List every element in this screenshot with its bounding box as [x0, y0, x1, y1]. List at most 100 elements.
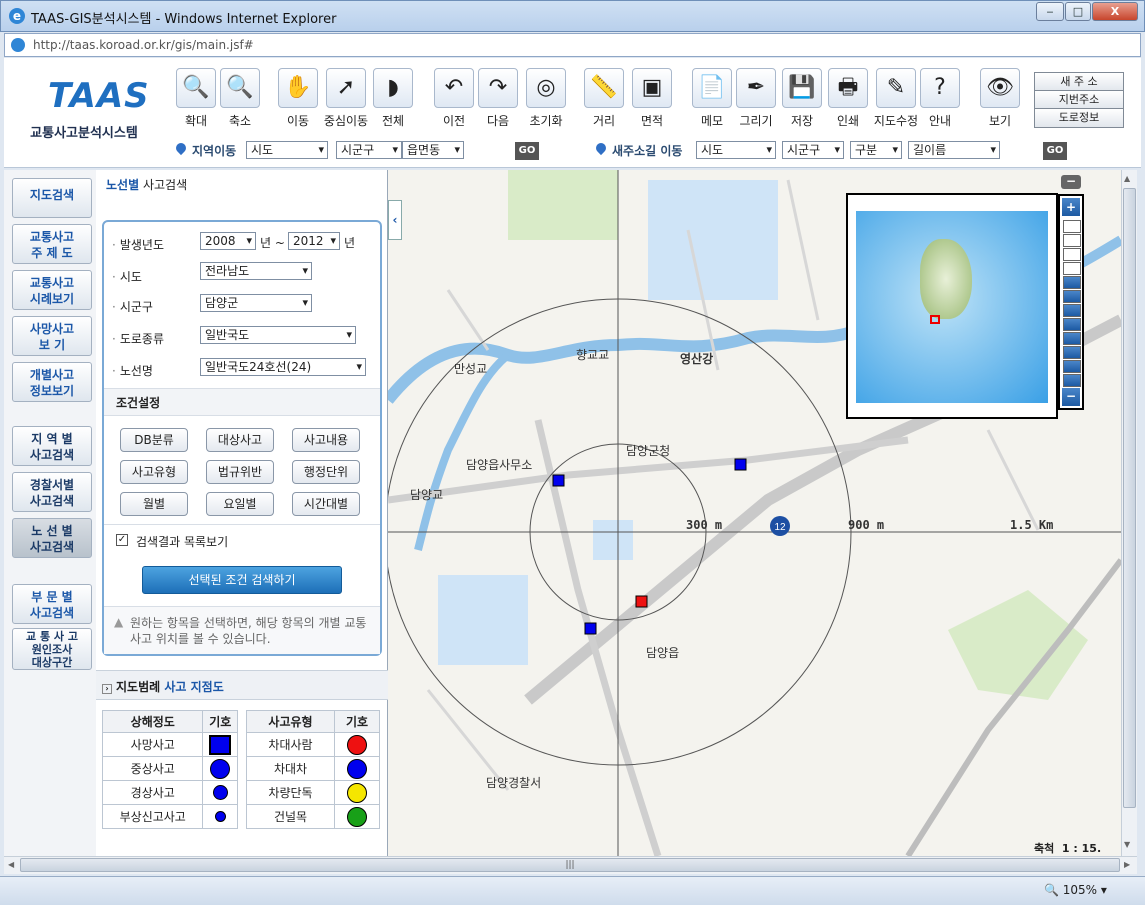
lot-address-button[interactable]: 지번주소 — [1034, 90, 1124, 110]
nav-individual-info[interactable]: 개별사고 정보보기 — [12, 362, 92, 402]
scroll-down-icon[interactable]: ▼ — [1124, 840, 1130, 849]
road-info-button[interactable]: 도로정보 — [1034, 108, 1124, 128]
scroll-up-icon[interactable]: ▲ — [1124, 174, 1130, 183]
edit-map-tool-button[interactable]: ✎ 지도수정 — [872, 68, 920, 130]
nav-accident-theme[interactable]: 교통사고 주 제 도 — [12, 224, 92, 264]
accident-marker[interactable] — [584, 622, 597, 635]
nav-accident-cases[interactable]: 교통사고 시례보기 — [12, 270, 92, 310]
expand-icon[interactable]: › — [102, 684, 112, 694]
newaddr-road-select[interactable]: 길이름 — [908, 141, 1000, 159]
search-button[interactable]: 선택된 조건 검색하기 — [142, 566, 342, 594]
condition-button[interactable]: 행정단위 — [292, 460, 360, 484]
accident-marker[interactable] — [734, 458, 747, 471]
condition-button[interactable]: 대상사고 — [206, 428, 274, 452]
vertical-scrollbar[interactable]: ▲ ▼ — [1121, 170, 1137, 856]
center-move-tool-button[interactable]: ➚ 중심이동 — [322, 68, 370, 130]
horizontal-scrollbar[interactable]: ◀ ||| ▶ — [4, 856, 1137, 874]
condition-button[interactable]: 시간대별 — [292, 492, 360, 516]
condition-button[interactable]: DB분류 — [120, 428, 188, 452]
nav-map-search[interactable]: 지도검색 — [12, 178, 92, 218]
full-extent-tool-button[interactable]: ◗ 전체 — [369, 68, 417, 130]
nav-police-search[interactable]: 경찰서별 사고검색 — [12, 472, 92, 512]
condition-button[interactable]: 사고내용 — [292, 428, 360, 452]
accident-marker[interactable] — [635, 595, 648, 608]
zoom-step[interactable] — [1063, 276, 1081, 289]
area-tool-button[interactable]: ▣ 면적 — [628, 68, 676, 130]
save-tool-button[interactable]: 💾 저장 — [778, 68, 826, 130]
zoom-step[interactable] — [1063, 360, 1081, 373]
zoom-step[interactable] — [1063, 304, 1081, 317]
sigungu-select[interactable]: 담양군 — [200, 294, 312, 312]
overview-toggle-button[interactable]: − — [1061, 175, 1081, 189]
ruler-tool-button[interactable]: 📏 거리 — [580, 68, 628, 130]
condition-button[interactable]: 요일별 — [206, 492, 274, 516]
accident-marker[interactable] — [552, 474, 565, 487]
zoom-in-icon: 🔍 — [176, 68, 216, 108]
zoom-step[interactable] — [1063, 262, 1081, 275]
previous-tool-button[interactable]: ↶ 이전 — [430, 68, 478, 130]
condition-button[interactable]: 법규위반 — [206, 460, 274, 484]
address-bar[interactable]: http://taas.koroad.or.kr/gis/main.jsf# — [4, 33, 1141, 57]
nav-fatal-view[interactable]: 사망사고 보 기 — [12, 316, 92, 356]
save-icon: 💾 — [782, 68, 822, 108]
zoom-out-tool-button[interactable]: 🔍 축소 — [216, 68, 264, 130]
zoom-step[interactable] — [1063, 346, 1081, 359]
condition-button[interactable]: 사고유형 — [120, 460, 188, 484]
print-tool-button[interactable]: 🖶 인쇄 — [824, 68, 872, 130]
zoom-level[interactable]: 🔍 105% ▾ — [1044, 883, 1107, 897]
panel-collapse-toggle[interactable]: ‹ — [388, 200, 402, 240]
region-eupmyeon-select[interactable]: 읍면동 — [402, 141, 464, 159]
route-select[interactable]: 일반국도24호선(24) — [200, 358, 366, 376]
minimize-button[interactable]: ‒ — [1036, 2, 1064, 21]
newaddr-type-select[interactable]: 구분 — [850, 141, 902, 159]
zoom-step[interactable] — [1063, 248, 1081, 261]
zoom-out-button[interactable]: − — [1062, 388, 1080, 406]
next-icon: ↷ — [478, 68, 518, 108]
taas-logo[interactable]: TAAS 교통사고분석시스템 — [14, 76, 154, 146]
roadtype-select[interactable]: 일반국도 — [200, 326, 356, 344]
year-from-select[interactable]: 2008 — [200, 232, 256, 250]
scroll-left-icon[interactable]: ◀ — [8, 860, 14, 869]
help-tool-button[interactable]: ? 안내 — [916, 68, 964, 130]
nav-region-search[interactable]: 지 역 별 사고검색 — [12, 426, 92, 466]
close-button[interactable]: X — [1092, 2, 1138, 21]
condition-button[interactable]: 월별 — [120, 492, 188, 516]
region-sigungu-select[interactable]: 시군구 — [336, 141, 402, 159]
newaddr-sido-select[interactable]: 시도 — [696, 141, 776, 159]
scroll-thumb[interactable]: ||| — [20, 858, 1120, 872]
newaddr-go-button[interactable]: GO — [1043, 142, 1067, 160]
zoom-step[interactable] — [1063, 234, 1081, 247]
zoom-in-button[interactable]: + — [1062, 198, 1080, 216]
type-label: 차대차 — [246, 756, 335, 781]
zoom-step[interactable] — [1063, 332, 1081, 345]
region-sido-select[interactable]: 시도 — [246, 141, 328, 159]
nav-sector-search[interactable]: 부 문 별 사고검색 — [12, 584, 92, 624]
pen-tool-button[interactable]: ✒ 그리기 — [732, 68, 780, 130]
region-go-button[interactable]: GO — [515, 142, 539, 160]
eye-tool-button[interactable]: 👁 보기 — [976, 68, 1024, 130]
zoom-step[interactable] — [1063, 374, 1081, 387]
newaddr-sigungu-select[interactable]: 시군구 — [782, 141, 844, 159]
memo-tool-button[interactable]: 📄 메모 — [688, 68, 736, 130]
scroll-right-icon[interactable]: ▶ — [1124, 860, 1130, 869]
next-tool-button[interactable]: ↷ 다음 — [474, 68, 522, 130]
reset-tool-button[interactable]: ◎ 초기화 — [522, 68, 570, 130]
zoom-bar[interactable]: + − — [1058, 194, 1084, 410]
nav-cause-investigation[interactable]: 교 통 사 고 원인조사 대상구간 — [12, 628, 92, 670]
scroll-thumb[interactable] — [1123, 188, 1136, 808]
list-view-checkbox[interactable]: ✓ — [116, 534, 128, 546]
overview-map[interactable] — [846, 193, 1058, 419]
nav-route-search[interactable]: 노 선 별 사고검색 — [12, 518, 92, 558]
sido-label: 시도 — [112, 268, 142, 285]
maximize-button[interactable]: □ — [1065, 2, 1091, 21]
map-view[interactable]: 12 ‹ 만성교 향교교 영산강 담양읍사무소 담양군청 담양교 담양읍 담양경… — [388, 170, 1121, 856]
nav-label: 지 역 별 — [31, 432, 73, 446]
zoom-step[interactable] — [1063, 220, 1081, 233]
new-address-button[interactable]: 새 주 소 — [1034, 72, 1124, 92]
year-to-select[interactable]: 2012 — [288, 232, 340, 250]
zoom-step[interactable] — [1063, 290, 1081, 303]
zoom-in-tool-button[interactable]: 🔍 확대 — [172, 68, 220, 130]
sido-select[interactable]: 전라남도 — [200, 262, 312, 280]
zoom-step[interactable] — [1063, 318, 1081, 331]
hand-tool-button[interactable]: ✋ 이동 — [274, 68, 322, 130]
